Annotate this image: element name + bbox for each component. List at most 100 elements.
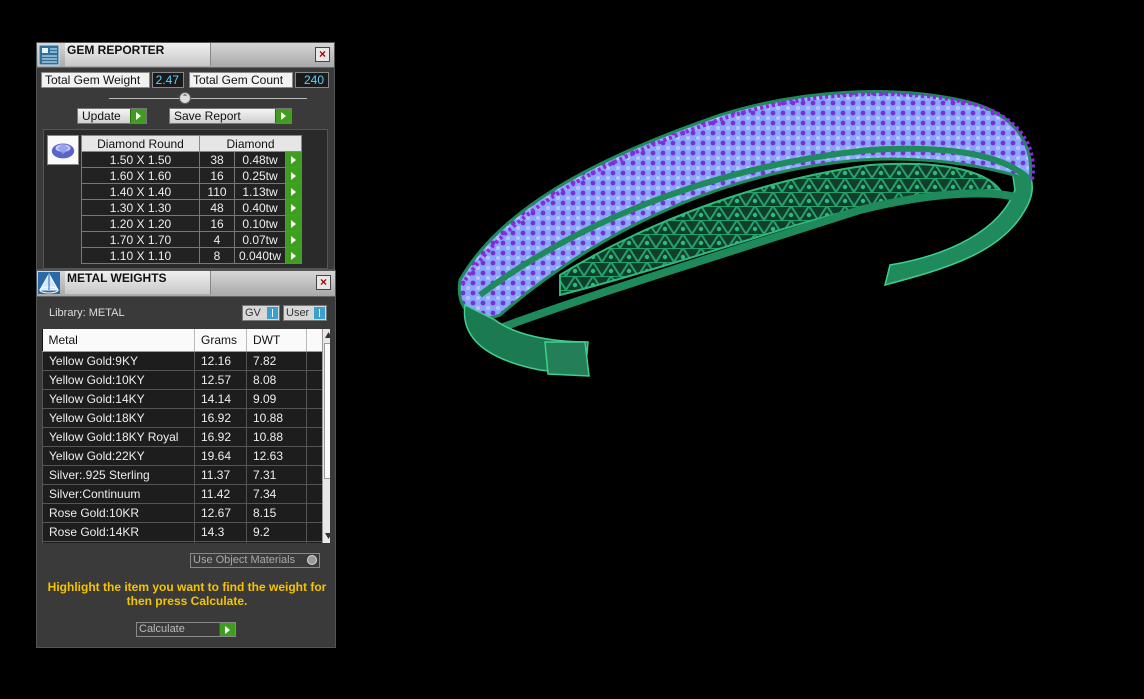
metal-grams: 19.64 [194, 446, 247, 466]
metal-row[interactable]: Yellow Gold:18KY 16.92 10.88 [42, 408, 325, 428]
gem-row[interactable]: 1.40 X 1.40 110 1.13tw [81, 183, 302, 200]
metal-row[interactable]: Rose Gold:18KR16.9210.88 [42, 541, 325, 543]
gem-weight: 0.040tw [234, 247, 286, 264]
metal-grams: 16.92 [194, 427, 247, 447]
gem-col-type: Diamond [199, 135, 302, 152]
metal-row[interactable]: Yellow Gold:22KY 19.64 12.63 [42, 446, 325, 466]
use-object-materials-toggle[interactable]: Use Object Materials [190, 553, 320, 568]
metal-name: Rose Gold:18KR [42, 541, 195, 543]
slider-handle[interactable]: ⌃ [179, 92, 191, 104]
gem-count: 8 [199, 247, 235, 264]
gem-size: 1.60 X 1.60 [81, 167, 200, 184]
metal-name: Yellow Gold:18KY [42, 408, 195, 428]
scroll-thumb[interactable] [324, 343, 330, 479]
metal-dwt: 7.31 [246, 465, 307, 485]
calculate-button-label: Calculate [139, 623, 185, 635]
update-button-label: Update [82, 109, 121, 123]
metal-dwt: 9.2 [246, 522, 307, 542]
metal-name: Yellow Gold:18KY Royal [42, 427, 195, 447]
save-report-button[interactable]: Save Report [169, 108, 292, 124]
gem-reporter-title: GEM REPORTER [65, 43, 211, 66]
metal-weights-titlebar: METAL WEIGHTS × [37, 271, 335, 297]
metal-weights-title: METAL WEIGHTS [65, 271, 211, 294]
close-icon[interactable]: × [316, 275, 331, 290]
gem-weight: 1.13tw [234, 183, 286, 200]
gem-weight: 0.25tw [234, 167, 286, 184]
gem-col-shape: Diamond Round [81, 135, 200, 152]
metal-row[interactable]: Yellow Gold:10KY 12.57 8.08 [42, 370, 325, 390]
metal-row[interactable]: Yellow Gold:18KY Royal 16.92 10.88 [42, 427, 325, 447]
bracelet-3d-viewport[interactable] [440, 80, 1050, 390]
gem-weight: 0.10tw [234, 215, 286, 232]
gem-size: 1.40 X 1.40 [81, 183, 200, 200]
gem-row[interactable]: 1.70 X 1.70 4 0.07tw [81, 231, 302, 248]
play-arrow-icon[interactable] [285, 247, 302, 264]
gem-weight: 0.07tw [234, 231, 286, 248]
gem-row[interactable]: 1.50 X 1.50 38 0.48tw [81, 151, 302, 168]
user-toggle[interactable]: User [283, 305, 327, 321]
gem-size: 1.50 X 1.50 [81, 151, 200, 168]
metal-dwt: 10.88 [246, 408, 307, 428]
metal-grams: 11.42 [194, 484, 247, 504]
metal-name: Silver:.925 Sterling [42, 465, 195, 485]
gem-row[interactable]: 1.60 X 1.60 16 0.25tw [81, 167, 302, 184]
gem-row[interactable]: 1.30 X 1.30 48 0.40tw [81, 199, 302, 216]
gem-row[interactable]: 1.10 X 1.10 8 0.040tw [81, 247, 302, 264]
calculate-button[interactable]: Calculate [136, 622, 236, 637]
play-arrow-icon[interactable] [285, 215, 302, 232]
play-arrow-icon [130, 109, 146, 123]
use-object-materials-label: Use Object Materials [193, 554, 296, 566]
play-arrow-icon [219, 623, 235, 636]
scroll-up-icon[interactable] [324, 331, 330, 339]
metal-grams: 14.14 [194, 389, 247, 409]
gem-count: 48 [199, 199, 235, 216]
gem-row[interactable]: 1.20 X 1.20 16 0.10tw [81, 215, 302, 232]
gem-count: 16 [199, 167, 235, 184]
total-gem-weight-value: 2.47 [152, 72, 184, 88]
update-button[interactable]: Update [77, 108, 147, 124]
metal-col-dwt: DWT [246, 329, 307, 352]
metal-dwt: 9.09 [246, 389, 307, 409]
metal-row[interactable]: Yellow Gold:14KY 14.14 9.09 [42, 389, 325, 409]
gem-reporter-titlebar: GEM REPORTER × [37, 43, 334, 68]
metal-row[interactable]: Rose Gold:10KR 12.67 8.15 [42, 503, 325, 523]
gv-toggle[interactable]: GV [242, 305, 280, 321]
metal-grams: 12.16 [194, 351, 247, 371]
metal-dwt: 7.34 [246, 484, 307, 504]
gem-weight: 0.48tw [234, 151, 286, 168]
metal-row[interactable]: Yellow Gold:9KY 12.16 7.82 [42, 351, 325, 371]
metal-row[interactable]: Silver:.925 Sterling 11.37 7.31 [42, 465, 325, 485]
close-icon[interactable]: × [315, 47, 330, 62]
metal-list-scrollbar[interactable] [322, 329, 330, 543]
play-arrow-icon[interactable] [285, 231, 302, 248]
gem-size: 1.20 X 1.20 [81, 215, 200, 232]
slider-track[interactable] [109, 98, 307, 99]
metal-dwt: 7.82 [246, 351, 307, 371]
metal-name: Yellow Gold:9KY [42, 351, 195, 371]
save-report-button-label: Save Report [174, 109, 241, 123]
gem-reporter-panel: GEM REPORTER × Total Gem Weight 2.47 Tot… [36, 42, 335, 270]
metal-name: Yellow Gold:22KY [42, 446, 195, 466]
metal-name: Yellow Gold:14KY [42, 389, 195, 409]
metal-col-grams: Grams [194, 329, 247, 352]
play-arrow-icon[interactable] [285, 199, 302, 216]
play-arrow-icon[interactable] [285, 183, 302, 200]
gem-count: 110 [199, 183, 235, 200]
metal-grams: 12.67 [194, 503, 247, 523]
gem-count: 16 [199, 215, 235, 232]
metal-row[interactable]: Silver:Continuum 11.42 7.34 [42, 484, 325, 504]
gem-table-area: Diamond Round Diamond 1.50 X 1.50 38 0.48t… [43, 129, 328, 269]
metal-row[interactable]: Rose Gold:14KR 14.3 9.2 [42, 522, 325, 542]
play-arrow-icon [275, 109, 291, 123]
metal-name: Silver:Continuum [42, 484, 195, 504]
round-diamond-icon[interactable] [47, 135, 79, 165]
total-gem-weight-label: Total Gem Weight [41, 72, 150, 88]
metal-grams: 11.37 [194, 465, 247, 485]
scroll-down-icon[interactable] [324, 532, 330, 540]
pyramid-scale-icon [38, 272, 60, 294]
total-gem-count-value: 240 [295, 72, 329, 88]
metal-list[interactable]: Metal Grams DWT Yellow Gold:9KY 12.16 7.82… [42, 329, 330, 543]
play-arrow-icon[interactable] [285, 151, 302, 168]
play-arrow-icon[interactable] [285, 167, 302, 184]
gv-toggle-label: GV [245, 307, 261, 319]
